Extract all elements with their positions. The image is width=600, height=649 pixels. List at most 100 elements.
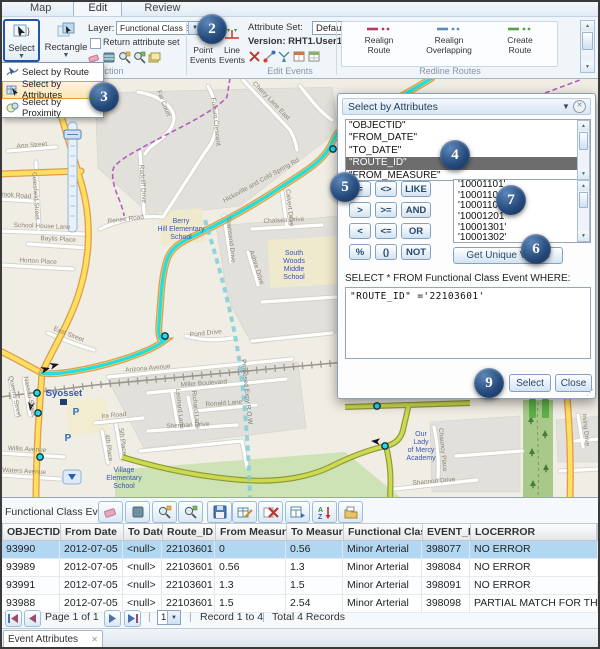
page-number-arrow-icon[interactable]: ▼ [167, 611, 180, 624]
ribbon-scroll-up-icon[interactable]: ▲ [581, 21, 594, 31]
dialog-resize-grip[interactable]: ⋰ [586, 388, 593, 397]
table-cell: 93991 [2, 577, 60, 594]
pan-to-selection-button[interactable] [178, 501, 203, 523]
tab-review[interactable]: Review [130, 1, 194, 16]
menu-item-label: Select by Route [22, 67, 89, 78]
column-header-route-id[interactable]: Route_ID [163, 524, 216, 540]
dialog-menu-arrow-icon[interactable]: ▼ [559, 102, 573, 111]
table-row[interactable]: 939912012-07-05<null>221036011.31.5Minor… [2, 577, 598, 595]
table-cell: 1.3 [286, 559, 343, 576]
delete-record-button[interactable] [258, 501, 283, 523]
operator-button->[interactable]: > [349, 202, 371, 218]
where-clause-input[interactable]: "ROUTE_ID" ='22103601' [345, 287, 591, 359]
field-item[interactable]: "OBJECTID" [346, 120, 590, 132]
operator-button-<=[interactable]: <= [375, 223, 397, 239]
table-cell: 2012-07-05 [60, 541, 123, 558]
column-header-to-measure[interactable]: To Measure [287, 524, 344, 540]
table-cell: 22103601 [162, 541, 215, 558]
next-page-button[interactable] [104, 610, 121, 627]
select-caret-icon[interactable]: ▼ [18, 54, 25, 60]
rectangle-caret-icon[interactable]: ▼ [63, 53, 70, 59]
attribute-set-stack-icon[interactable] [148, 51, 161, 64]
operator-button-<>[interactable]: <> [375, 181, 397, 197]
pager-separator: | [148, 611, 151, 623]
operator-button-NOT[interactable]: NOT [401, 244, 431, 260]
merge-event-icon[interactable] [278, 50, 291, 63]
return-attribute-set-checkbox[interactable] [90, 38, 101, 49]
column-header-objectid[interactable]: OBJECTID [3, 524, 61, 540]
operator-button-()[interactable]: () [375, 244, 397, 260]
ribbon-scroll-down-icon[interactable]: ▼ [581, 62, 594, 72]
save-button[interactable] [207, 501, 232, 523]
tab-edit[interactable]: Edit [73, 0, 122, 16]
column-header-locerror[interactable]: LOCERROR [471, 524, 597, 540]
selection-table-icon[interactable] [103, 51, 116, 64]
rectangle-tool-icon [56, 22, 76, 43]
line-events-label: Line [224, 45, 240, 55]
last-page-button[interactable] [124, 610, 141, 627]
table-cell: <null> [123, 559, 162, 576]
column-header-functional-class[interactable]: Functional Class [344, 524, 423, 540]
page-number-combo[interactable]: 1 ▼ [157, 610, 181, 625]
zoom-to-selection-button[interactable] [152, 501, 177, 523]
edit-attributes-button[interactable] [232, 501, 257, 523]
open-attributes-button[interactable] [338, 501, 363, 523]
where-label: SELECT * FROM Functional Class Event WHE… [345, 273, 570, 284]
value-list[interactable]: '10001101''10001102''10001103''10001201'… [453, 179, 591, 243]
highlight-selection-button[interactable] [125, 501, 150, 523]
callout-7: 7 [496, 185, 526, 215]
map-label: Academy [406, 455, 436, 462]
operator-button->=[interactable]: >= [375, 202, 397, 218]
table-row[interactable]: 939902012-07-05<null>2210360100.56Minor … [2, 541, 598, 559]
map-label: Lady [413, 439, 429, 446]
map-label: South [285, 250, 303, 257]
operator-button-OR[interactable]: OR [401, 223, 431, 239]
table-options-button[interactable] [285, 501, 310, 523]
table-cell: 22103601 [162, 577, 215, 594]
tab-map[interactable]: Map [16, 1, 65, 16]
dialog-header[interactable]: Select by Attributes ▼ ✕ [342, 98, 591, 115]
select-button[interactable]: } Select ▼ [3, 19, 40, 62]
previous-page-button[interactable] [24, 610, 41, 627]
ribbon-scroll-thumb[interactable] [582, 32, 593, 50]
menu-item-select-by-proximity[interactable]: Select by Proximity [2, 99, 103, 117]
create-route-button[interactable]: Create Route [492, 24, 548, 64]
operator-button-%[interactable]: % [349, 244, 371, 260]
map-label: Hill Elementary [157, 226, 205, 233]
delete-event-icon[interactable] [248, 50, 261, 63]
operator-button-AND[interactable]: AND [401, 202, 431, 218]
clear-selection-button[interactable] [98, 501, 123, 523]
event-table-red-icon[interactable] [293, 50, 306, 63]
field-item[interactable]: "FROM_DATE" [346, 132, 590, 144]
column-header-from-measure[interactable]: From Measure [216, 524, 287, 540]
split-event-icon[interactable] [263, 50, 276, 63]
select-confirm-button[interactable]: Select [509, 374, 551, 392]
callout-3: 3 [89, 82, 119, 112]
zoom-to-selection-icon[interactable] [118, 51, 131, 64]
table-cell: 398091 [422, 577, 470, 594]
total-records-label: Total 4 Records [272, 611, 345, 623]
realign-route-button[interactable]: Realign Route [350, 24, 408, 64]
field-list-scrollbar[interactable]: ▲▼ [577, 120, 590, 180]
dialog-close-icon[interactable]: ✕ [573, 100, 586, 113]
value-list-scrollbar[interactable]: ▲▼ [577, 180, 590, 242]
table-cell: Minor Arterial [343, 541, 422, 558]
operator-button-<[interactable]: < [349, 223, 371, 239]
event-table-green-icon[interactable] [308, 50, 321, 63]
sort-button[interactable]: AZ [312, 501, 337, 523]
column-header-from-date[interactable]: From Date [61, 524, 124, 540]
rectangle-button[interactable]: Rectangle ▼ [45, 22, 87, 62]
table-cell: Minor Arterial [343, 577, 422, 594]
map-dropdown-button[interactable] [63, 470, 81, 484]
map-label: Syosset [46, 388, 83, 399]
ribbon-scrollbar[interactable]: ▲ ▼ [580, 20, 595, 73]
event-attributes-tab[interactable]: Event Attributes ✕ [3, 630, 103, 648]
operator-button-LIKE[interactable]: LIKE [401, 181, 431, 197]
tab-close-icon[interactable]: ✕ [91, 635, 98, 644]
realign-overlapping-button[interactable]: Realign Overlapping [414, 24, 484, 64]
column-header-to-date[interactable]: To Date [124, 524, 163, 540]
pan-to-selection-icon[interactable] [133, 51, 146, 64]
first-page-button[interactable] [5, 610, 22, 627]
column-header-event-id[interactable]: EVENT_ID [423, 524, 471, 540]
table-row[interactable]: 939892012-07-05<null>221036010.561.3Mino… [2, 559, 598, 577]
